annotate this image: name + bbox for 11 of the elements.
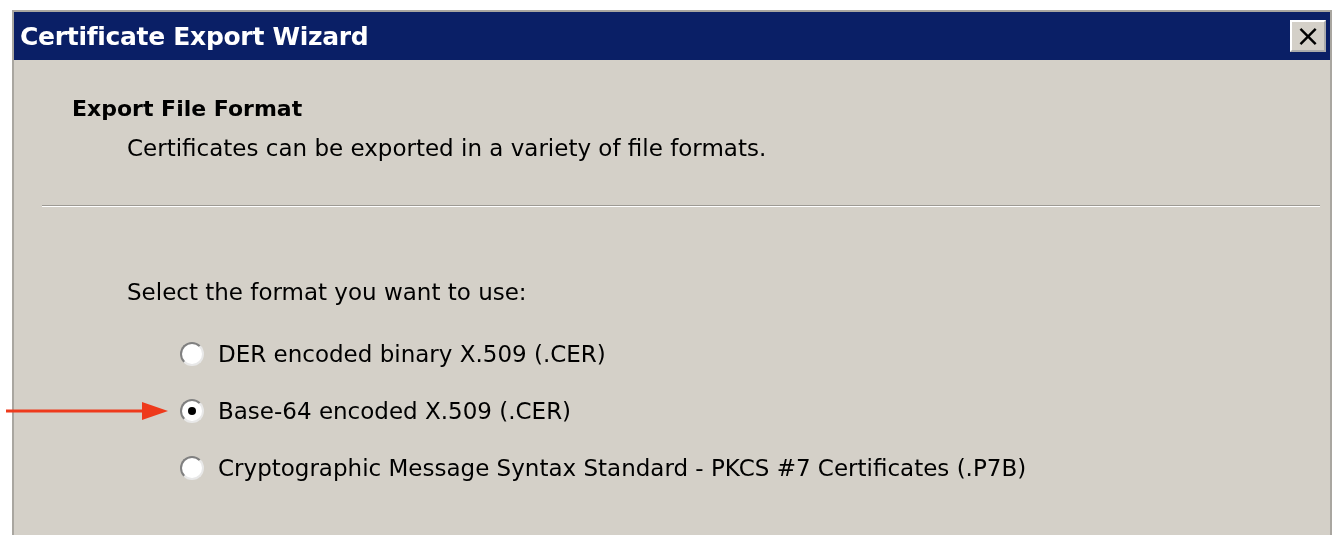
window-title: Certificate Export Wizard <box>20 21 369 51</box>
option-label[interactable]: Base-64 encoded X.509 (.CER) <box>218 398 572 424</box>
section-title: Export File Format <box>72 96 304 121</box>
option-label[interactable]: Cryptographic Message Syntax Standard - PKCS #7 Certificates (.P7B) <box>218 455 1027 481</box>
radio-button[interactable] <box>180 399 204 423</box>
close-button[interactable]: × <box>1290 20 1326 52</box>
prompt-label: Select the format you want to use: <box>127 279 528 305</box>
section-description: Certificates can be exported in a variety of file formats. <box>127 135 768 161</box>
radio-button[interactable] <box>180 456 204 480</box>
radio-button[interactable] <box>180 342 204 366</box>
option-label[interactable]: DER encoded binary X.509 (.CER) <box>218 341 606 367</box>
